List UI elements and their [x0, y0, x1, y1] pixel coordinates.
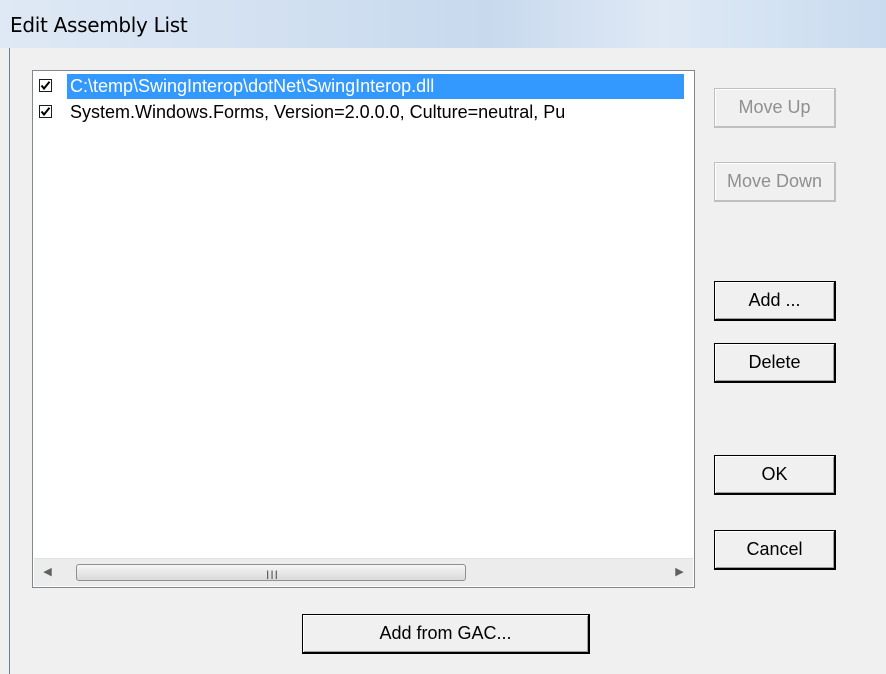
add-from-gac-button[interactable]: Add from GAC...: [302, 614, 590, 654]
list-item[interactable]: C:\temp\SwingInterop\dotNet\SwingInterop…: [36, 74, 684, 99]
ok-button[interactable]: OK: [714, 455, 836, 495]
cancel-button[interactable]: Cancel: [714, 530, 836, 570]
delete-button[interactable]: Delete: [714, 343, 836, 383]
list-item-label: C:\temp\SwingInterop\dotNet\SwingInterop…: [67, 74, 684, 99]
list-item[interactable]: System.Windows.Forms, Version=2.0.0.0, C…: [36, 100, 684, 125]
horizontal-scrollbar[interactable]: ◀ III ▶: [34, 558, 693, 586]
scroll-right-arrow-icon[interactable]: ▶: [666, 559, 693, 586]
assembly-list[interactable]: C:\temp\SwingInterop\dotNet\SwingInterop…: [32, 70, 695, 588]
scrollbar-grip: III: [266, 568, 280, 582]
list-item-label: System.Windows.Forms, Version=2.0.0.0, C…: [70, 102, 566, 122]
checkmark-icon: [40, 107, 51, 117]
move-up-button[interactable]: Move Up: [714, 88, 836, 128]
scroll-left-arrow-icon[interactable]: ◀: [34, 559, 61, 586]
checkbox[interactable]: [39, 105, 52, 118]
checkbox[interactable]: [39, 79, 52, 92]
title-bar[interactable]: Edit Assembly List: [0, 0, 886, 48]
add-button[interactable]: Add ...: [714, 281, 836, 321]
scrollbar-thumb[interactable]: III: [76, 564, 466, 582]
checkmark-icon: [40, 81, 51, 91]
move-down-button[interactable]: Move Down: [714, 162, 836, 202]
window-title: Edit Assembly List: [10, 13, 188, 37]
